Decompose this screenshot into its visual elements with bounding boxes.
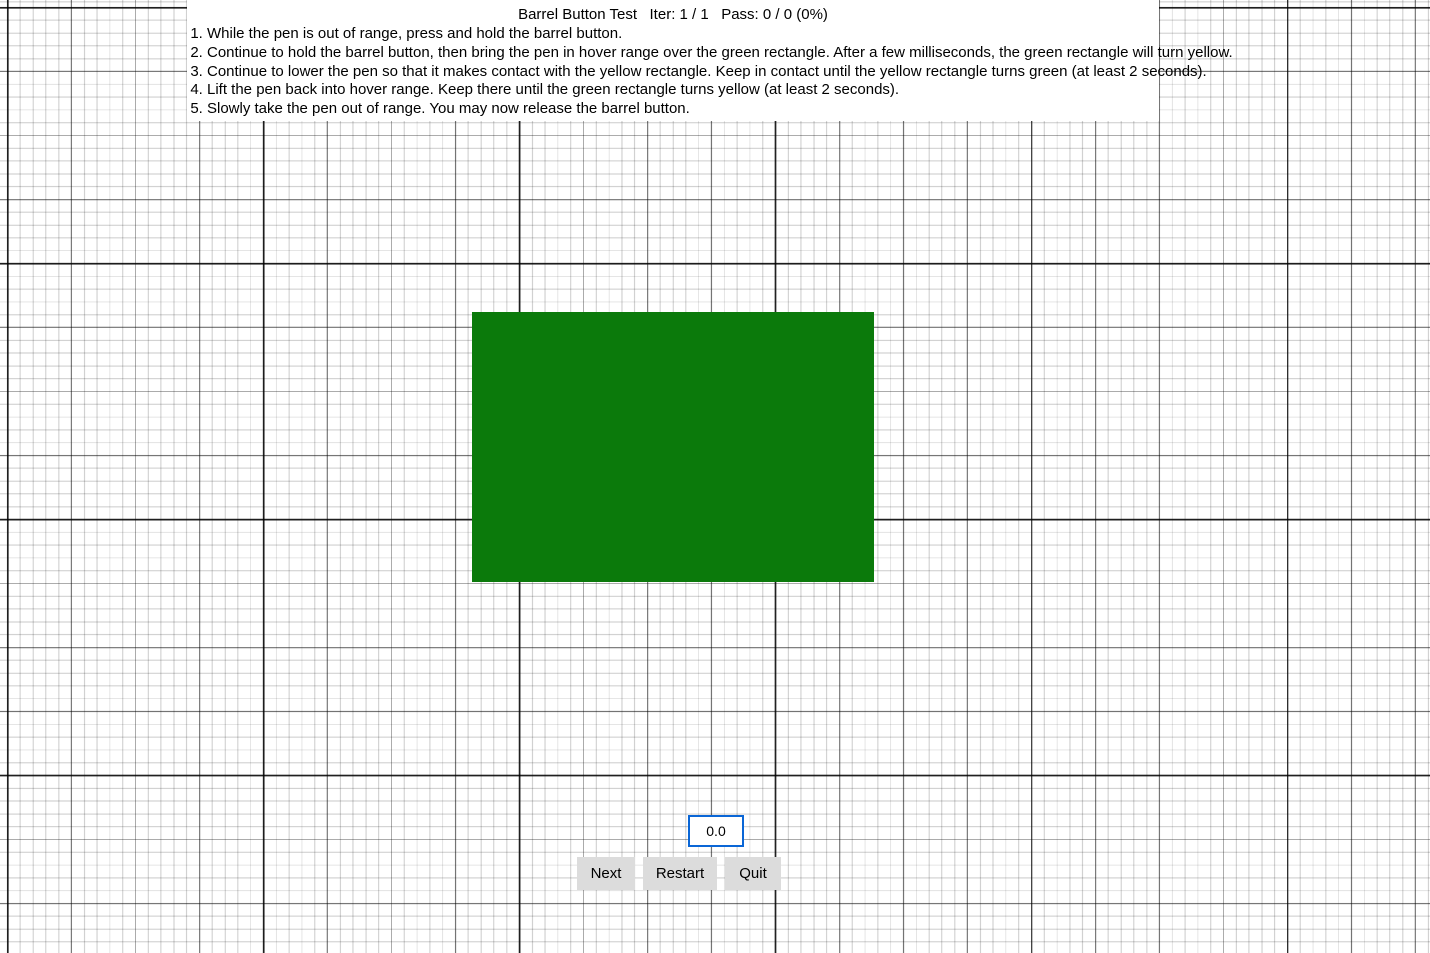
button-bar: Next Restart Quit	[577, 857, 781, 890]
instruction-step: Lift the pen back into hover range. Keep…	[207, 81, 1159, 100]
instruction-step: Continue to hold the barrel button, then…	[207, 44, 1159, 63]
pressure-readout: 0.0	[688, 815, 744, 847]
instruction-step: Slowly take the pen out of range. You ma…	[207, 100, 1159, 119]
instruction-step: Continue to lower the pen so that it mak…	[207, 63, 1159, 82]
header-panel: Barrel Button Test Iter: 1 / 1 Pass: 0 /…	[187, 0, 1159, 121]
restart-button[interactable]: Restart	[643, 857, 717, 890]
instructions-list: While the pen is out of range, press and…	[187, 25, 1159, 119]
quit-button[interactable]: Quit	[725, 857, 781, 890]
next-button[interactable]: Next	[577, 857, 635, 890]
test-title: Barrel Button Test Iter: 1 / 1 Pass: 0 /…	[187, 0, 1159, 23]
instruction-step: While the pen is out of range, press and…	[207, 25, 1159, 44]
target-rectangle[interactable]	[472, 312, 874, 582]
